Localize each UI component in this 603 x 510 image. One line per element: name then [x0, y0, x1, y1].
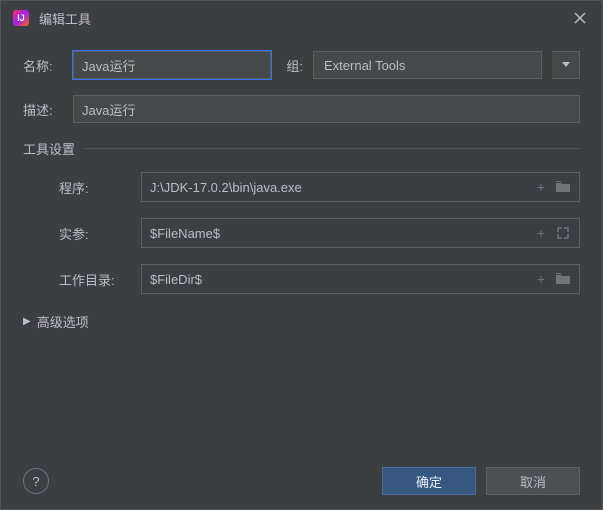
group-dropdown-button[interactable] — [552, 51, 580, 79]
description-input[interactable] — [73, 95, 580, 123]
advanced-options-label: 高级选项 — [37, 312, 89, 331]
chevron-down-icon — [562, 62, 570, 68]
browse-folder-icon[interactable] — [555, 271, 571, 287]
workingdir-input[interactable] — [142, 265, 533, 293]
arguments-input[interactable] — [142, 219, 533, 247]
program-input-wrap: + — [141, 172, 580, 202]
arguments-input-wrap: + — [141, 218, 580, 248]
advanced-options-toggle[interactable]: ▶ 高级选项 — [23, 312, 580, 331]
collapsed-triangle-icon: ▶ — [23, 316, 31, 327]
help-button[interactable]: ? — [23, 468, 49, 494]
insert-macro-icon[interactable]: + — [533, 179, 549, 195]
workingdir-label: 工作目录: — [59, 270, 131, 289]
expand-icon[interactable] — [555, 225, 571, 241]
group-label: 组: — [281, 56, 303, 75]
app-icon: IJ — [13, 10, 29, 26]
cancel-button[interactable]: 取消 — [486, 467, 580, 495]
program-input[interactable] — [142, 173, 533, 201]
group-select-value: External Tools — [324, 58, 531, 73]
tool-settings-header: 工具设置 — [23, 139, 580, 158]
dialog-title: 编辑工具 — [39, 9, 560, 28]
insert-macro-icon[interactable]: + — [533, 225, 549, 241]
titlebar: IJ 编辑工具 — [1, 1, 602, 35]
workingdir-input-wrap: + — [141, 264, 580, 294]
program-label: 程序: — [59, 178, 131, 197]
browse-folder-icon[interactable] — [555, 179, 571, 195]
arguments-label: 实参: — [59, 224, 131, 243]
group-select[interactable]: External Tools — [313, 51, 542, 79]
description-label: 描述: — [23, 100, 63, 119]
ok-button[interactable]: 确定 — [382, 467, 476, 495]
footer: ? 确定 取消 — [1, 467, 602, 495]
close-icon[interactable] — [570, 8, 590, 28]
name-input[interactable] — [73, 51, 271, 79]
edit-tool-dialog: IJ 编辑工具 名称: 组: External Tools 描述: 工具设置 — [0, 0, 603, 510]
insert-macro-icon[interactable]: + — [533, 271, 549, 287]
name-label: 名称: — [23, 56, 63, 75]
